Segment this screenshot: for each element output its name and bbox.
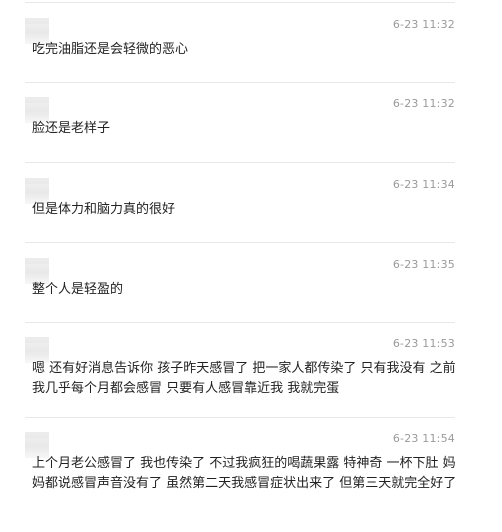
message-item: 6-23 11:53 嗯 还有好消息告诉你 孩子昨天感冒了 把一家人都传染了 只…	[25, 337, 456, 412]
message-text: 嗯 还有好消息告诉你 孩子昨天感冒了 把一家人都传染了 只有我没有 之前我几乎每…	[32, 361, 456, 396]
divider	[25, 162, 455, 163]
divider	[25, 322, 455, 323]
message-text: 但是体力和脑力真的很好	[32, 202, 176, 217]
message-text: 上个月老公感冒了 我也传染了 不过我疯狂的喝蔬果露 特神奇 一杯下肚 妈妈都说感…	[32, 456, 457, 491]
message-timestamp: 6-23 11:54	[392, 432, 455, 445]
message-timestamp: 6-23 11:53	[392, 337, 455, 350]
message-item: 6-23 11:32 脸还是老样子	[25, 97, 455, 157]
divider	[25, 82, 455, 83]
message-text: 脸还是老样子	[32, 121, 111, 136]
message-timestamp: 6-23 11:35	[392, 258, 455, 271]
message-item: 6-23 11:34 但是体力和脑力真的很好	[25, 178, 455, 238]
message-item: 6-23 11:32 吃完油脂还是会轻微的恶心	[25, 18, 455, 78]
message-item: 6-23 11:54 上个月老公感冒了 我也传染了 不过我疯狂的喝蔬果露 特神奇…	[25, 432, 457, 532]
divider	[25, 417, 455, 418]
message-feed: 6-23 11:32 吃完油脂还是会轻微的恶心 6-23 11:32 脸还是老样…	[0, 0, 502, 532]
message-item: 6-23 11:35 整个人是轻盈的	[25, 258, 455, 318]
message-text: 整个人是轻盈的	[32, 282, 124, 297]
message-text: 吃完油脂还是会轻微的恶心	[32, 42, 189, 57]
message-timestamp: 6-23 11:34	[392, 178, 455, 191]
divider	[25, 2, 455, 3]
message-timestamp: 6-23 11:32	[392, 97, 455, 110]
divider	[25, 242, 455, 243]
message-timestamp: 6-23 11:32	[392, 18, 455, 31]
